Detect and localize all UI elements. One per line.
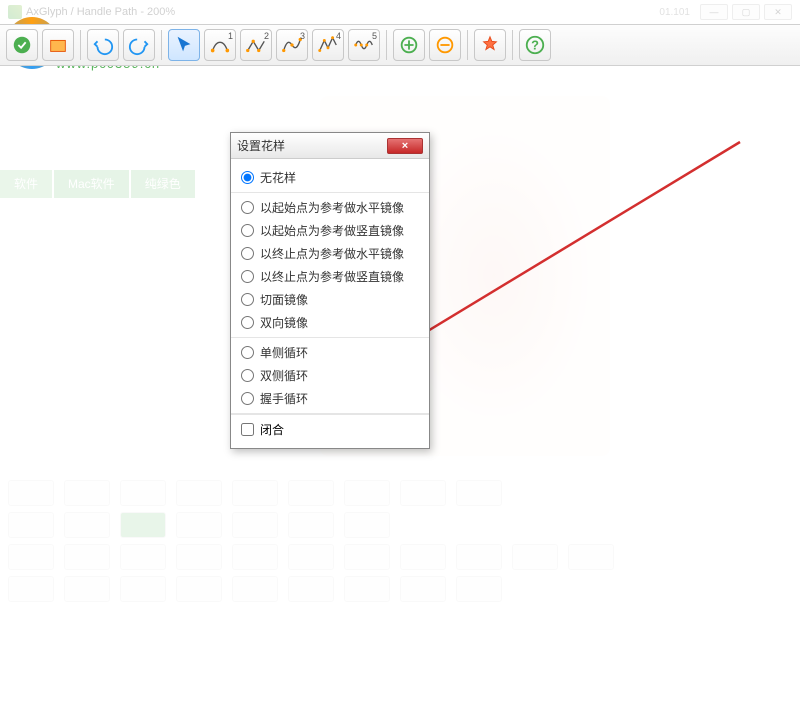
closed-checkbox[interactable] — [241, 423, 254, 436]
bg-tab: 纯绿色 — [131, 170, 195, 198]
option-group-3: 单侧循环 双侧循环 握手循环 — [231, 338, 429, 414]
radio-row[interactable]: 以终止点为参考做水平镜像 — [231, 242, 429, 265]
radio-row[interactable]: 握手循环 — [231, 387, 429, 410]
version-label: 01.101 — [659, 7, 690, 18]
redo-icon[interactable] — [123, 29, 155, 61]
radio-input[interactable] — [241, 392, 254, 405]
bottom-toolbox — [4, 474, 796, 634]
remove-node-icon[interactable] — [429, 29, 461, 61]
radio-row-none[interactable]: 无花样 — [231, 166, 429, 189]
undo-icon[interactable] — [87, 29, 119, 61]
path-1-icon[interactable]: 1 — [204, 29, 236, 61]
path-4-icon[interactable]: 4 — [312, 29, 344, 61]
radio-label: 以起始点为参考做水平镜像 — [260, 199, 419, 216]
radio-none[interactable] — [241, 171, 254, 184]
star-icon[interactable] — [474, 29, 506, 61]
checkbox-row-close[interactable]: 闭合 — [231, 414, 429, 444]
toolbar-separator — [161, 30, 162, 60]
radio-label: 以终止点为参考做竖直镜像 — [260, 268, 419, 285]
bg-tab: 软件 — [0, 170, 52, 198]
radio-label: 握手循环 — [260, 390, 419, 407]
radio-label: 无花样 — [260, 169, 419, 186]
pattern-settings-dialog: 设置花样 × 无花样 以起始点为参考做水平镜像 以起始点为参考做竖直镜像 以终止… — [230, 132, 430, 449]
radio-label: 双向镜像 — [260, 314, 419, 331]
radio-row[interactable]: 双向镜像 — [231, 311, 429, 334]
pointer-icon[interactable] — [168, 29, 200, 61]
radio-input[interactable] — [241, 369, 254, 382]
maximize-button[interactable]: ▢ — [732, 4, 760, 20]
radio-label: 双侧循环 — [260, 367, 419, 384]
radio-input[interactable] — [241, 316, 254, 329]
path-5-icon[interactable]: 5 — [348, 29, 380, 61]
dialog-title: 设置花样 — [237, 137, 387, 154]
open-icon[interactable] — [42, 29, 74, 61]
checkbox-label: 闭合 — [260, 421, 284, 438]
radio-input[interactable] — [241, 247, 254, 260]
radio-row[interactable]: 以起始点为参考做水平镜像 — [231, 196, 429, 219]
radio-input[interactable] — [241, 293, 254, 306]
radio-label: 单侧循环 — [260, 344, 419, 361]
option-group-2: 以起始点为参考做水平镜像 以起始点为参考做竖直镜像 以终止点为参考做水平镜像 以… — [231, 193, 429, 338]
radio-row[interactable]: 以终止点为参考做竖直镜像 — [231, 265, 429, 288]
radio-label: 以起始点为参考做竖直镜像 — [260, 222, 419, 239]
add-node-icon[interactable] — [393, 29, 425, 61]
toolbar-separator — [80, 30, 81, 60]
radio-input[interactable] — [241, 270, 254, 283]
app-icon[interactable] — [6, 29, 38, 61]
radio-row[interactable]: 以起始点为参考做竖直镜像 — [231, 219, 429, 242]
radio-row[interactable]: 双侧循环 — [231, 364, 429, 387]
main-toolbar: 1 2 3 4 5 ? — [0, 24, 800, 66]
dialog-body: 无花样 以起始点为参考做水平镜像 以起始点为参考做竖直镜像 以终止点为参考做水平… — [231, 159, 429, 448]
option-group-1: 无花样 — [231, 163, 429, 193]
minimize-button[interactable]: — — [700, 4, 728, 20]
toolbar-separator — [467, 30, 468, 60]
radio-input[interactable] — [241, 224, 254, 237]
help-icon[interactable]: ? — [519, 29, 551, 61]
radio-label: 切面镜像 — [260, 291, 419, 308]
radio-row[interactable]: 单侧循环 — [231, 341, 429, 364]
radio-row[interactable]: 切面镜像 — [231, 288, 429, 311]
bg-tab: Mac软件 — [54, 170, 129, 198]
toolbar-separator — [386, 30, 387, 60]
dialog-close-button[interactable]: × — [387, 138, 423, 154]
path-2-icon[interactable]: 2 — [240, 29, 272, 61]
dialog-titlebar[interactable]: 设置花样 × — [231, 133, 429, 159]
svg-text:?: ? — [531, 38, 539, 53]
path-3-icon[interactable]: 3 — [276, 29, 308, 61]
close-window-button[interactable]: ✕ — [764, 4, 792, 20]
radio-input[interactable] — [241, 346, 254, 359]
radio-label: 以终止点为参考做水平镜像 — [260, 245, 419, 262]
radio-input[interactable] — [241, 201, 254, 214]
toolbar-separator — [512, 30, 513, 60]
bg-tabs: 软件 Mac软件 纯绿色 — [0, 170, 197, 198]
